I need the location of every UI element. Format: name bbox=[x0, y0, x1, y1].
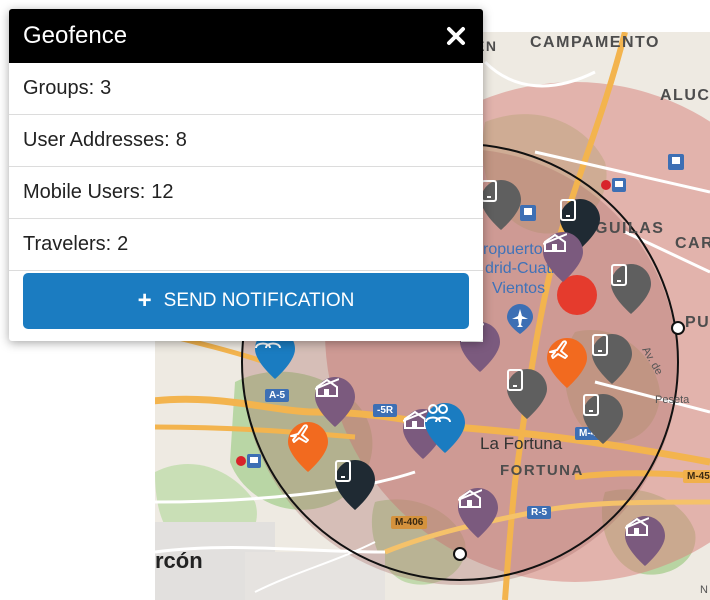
traveler-marker[interactable] bbox=[288, 422, 328, 472]
road-shield-a5: A-5 bbox=[265, 389, 290, 402]
address-marker[interactable] bbox=[543, 232, 583, 282]
phone-icon bbox=[335, 460, 375, 500]
phone-icon bbox=[583, 394, 623, 434]
send-notification-button[interactable]: + SEND NOTIFICATION bbox=[23, 273, 469, 329]
stat-label: Mobile Users: bbox=[23, 181, 146, 203]
road-shield-m406: M-406 bbox=[391, 516, 428, 529]
house-icon bbox=[625, 516, 665, 556]
map-label-aeropuerto: ropuerto bbox=[483, 241, 543, 258]
send-notification-label: SEND NOTIFICATION bbox=[163, 290, 355, 311]
map-label-campamento: CAMPAMENTO bbox=[530, 34, 660, 51]
panel-title: Geofence bbox=[23, 22, 128, 49]
address-marker[interactable] bbox=[625, 516, 665, 566]
geofence-handle-east[interactable] bbox=[671, 321, 685, 335]
map-label-n: N bbox=[700, 584, 708, 596]
phone-icon bbox=[592, 334, 632, 374]
stat-row-groups: Groups: 3 bbox=[9, 63, 483, 115]
map-label-vientos: Vientos bbox=[492, 280, 546, 297]
house-icon bbox=[543, 232, 583, 272]
airplane-icon bbox=[288, 422, 328, 462]
mobile-user-marker[interactable] bbox=[583, 394, 623, 444]
stage: CAMPAMENTO EN ALUCH GUILAS CAR PUE ropue… bbox=[0, 0, 710, 600]
road-shield-r5-top: -5R bbox=[373, 404, 398, 417]
panel-header: Geofence bbox=[9, 9, 483, 63]
map-label-alarcon: rcón bbox=[155, 548, 203, 573]
map-label-peseta: Peseta bbox=[655, 394, 690, 406]
road-shield-m45: M-45 bbox=[683, 470, 710, 483]
stat-value: 8 bbox=[175, 129, 187, 151]
phone-icon bbox=[507, 369, 547, 409]
people-icon bbox=[425, 403, 465, 443]
phone-icon bbox=[611, 264, 651, 304]
stat-value: 3 bbox=[100, 77, 112, 99]
map-label-fortuna: FORTUNA bbox=[500, 462, 584, 479]
traveler-marker[interactable] bbox=[547, 338, 587, 388]
close-button[interactable] bbox=[443, 23, 469, 49]
plus-icon: + bbox=[137, 287, 152, 314]
mobile-user-marker-dark[interactable] bbox=[335, 460, 375, 510]
map-label-la-fortuna: La Fortuna bbox=[480, 434, 563, 453]
group-marker[interactable] bbox=[425, 403, 465, 453]
mobile-user-marker[interactable] bbox=[481, 180, 521, 230]
mobile-user-marker[interactable] bbox=[611, 264, 651, 314]
close-icon bbox=[447, 27, 465, 45]
airplane-icon bbox=[547, 338, 587, 378]
mobile-user-marker[interactable] bbox=[592, 334, 632, 384]
stat-row-mobile-users: Mobile Users: 12 bbox=[9, 167, 483, 219]
stat-value: 12 bbox=[151, 181, 174, 203]
stat-value: 2 bbox=[117, 233, 129, 255]
stat-label: Groups: bbox=[23, 77, 95, 99]
map-label-aluche: ALUCH bbox=[660, 87, 710, 104]
stat-row-travelers: Travelers: 2 bbox=[9, 219, 483, 271]
map-label-pue: PUE bbox=[685, 314, 710, 331]
mobile-user-marker[interactable] bbox=[507, 369, 547, 419]
house-icon bbox=[458, 488, 498, 528]
stat-label: Travelers: bbox=[23, 233, 112, 255]
address-marker[interactable] bbox=[458, 488, 498, 538]
geofence-panel: Geofence Groups: 3 User Addresses: 8 Mob… bbox=[9, 9, 483, 341]
geofence-handle-south[interactable] bbox=[453, 547, 467, 561]
road-shield-r5: R-5 bbox=[527, 506, 552, 519]
stat-label: User Addresses: bbox=[23, 129, 170, 151]
phone-icon bbox=[481, 180, 521, 220]
map-label-aguilas: GUILAS bbox=[595, 220, 665, 237]
house-icon bbox=[315, 377, 355, 417]
stat-row-user-addresses: User Addresses: 8 bbox=[9, 115, 483, 167]
map-label-car: CAR bbox=[675, 235, 710, 252]
address-marker[interactable] bbox=[315, 377, 355, 427]
